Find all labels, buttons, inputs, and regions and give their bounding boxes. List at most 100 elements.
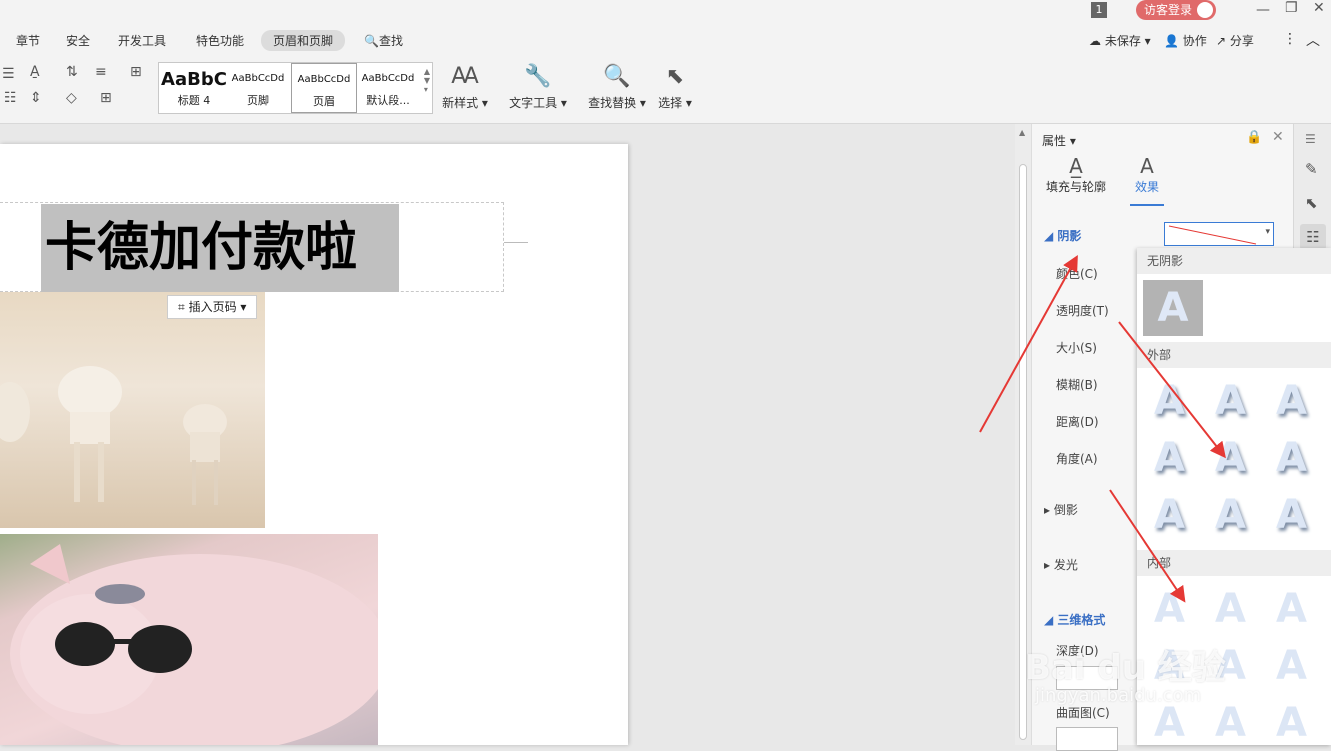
alpaca-photo[interactable] xyxy=(0,292,265,528)
panel-title[interactable]: 属性 ▾ xyxy=(1042,132,1076,149)
style-sample: AaBbCcDd xyxy=(297,74,351,85)
cloud-unsaved-button[interactable]: ☁ 未保存 ▾ xyxy=(1089,32,1151,49)
effect-text-icon: A xyxy=(1140,154,1154,178)
style-heading4[interactable]: AaBbC 标题 4 xyxy=(161,63,227,113)
size-label: 大小(S) xyxy=(1056,341,1097,355)
magnifier-icon: 🔍 xyxy=(603,64,631,89)
inner-header: 内部 xyxy=(1137,550,1331,576)
inner-shadow-option[interactable]: A xyxy=(1276,643,1307,689)
outer-shadow-option[interactable]: A xyxy=(1276,378,1307,424)
select-label: 选择 xyxy=(658,96,683,110)
section-3d-label: 三维格式 xyxy=(1057,613,1106,627)
inner-shadow-option[interactable]: A xyxy=(1276,700,1307,746)
unsaved-label: 未保存 xyxy=(1104,34,1141,48)
window-count-badge: 1 xyxy=(1091,2,1107,18)
no-shadow-option[interactable]: A xyxy=(1143,280,1203,336)
select-button[interactable]: ⬉ 选择 ▾ xyxy=(655,64,695,111)
gallery-scroll-icon[interactable]: ▲ ▼ ▾ xyxy=(424,67,430,94)
tab-effect-label: 效果 xyxy=(1134,180,1159,194)
tab-developer[interactable]: 开发工具 xyxy=(118,32,166,49)
close-icon[interactable]: ✕ xyxy=(1313,0,1325,16)
wrench-icon: 🔧 xyxy=(524,64,552,89)
section-reflection[interactable]: ▸ 倒影 xyxy=(1044,501,1078,518)
lock-icon[interactable]: 🔒 xyxy=(1246,130,1262,145)
menu-icon[interactable]: ☰ xyxy=(1305,132,1316,146)
shading-icon[interactable]: ◇ xyxy=(66,90,77,106)
line-spacing-icon[interactable]: ≡ xyxy=(95,64,107,80)
document-page[interactable]: 卡德加付款啦 ⌗ 插入页码 ▾ xyxy=(0,144,628,745)
inner-shadow-option[interactable]: A xyxy=(1215,586,1246,632)
share-label: 分享 xyxy=(1229,34,1254,48)
inner-shadow-option[interactable]: A xyxy=(1154,586,1185,632)
outer-shadow-option[interactable]: A xyxy=(1276,435,1307,481)
section-reflection-label: 倒影 xyxy=(1053,503,1078,517)
ribbon-toolbar: ☰ A̱ ⇅ ≡ ⊞ ☷ ⇕ ◇ ⊞ AaBbC 标题 4 AaBbCcDd 页… xyxy=(0,60,1331,124)
pen-icon[interactable]: ✎ xyxy=(1305,160,1318,178)
inner-shadow-option[interactable]: A xyxy=(1276,586,1307,632)
style-header[interactable]: AaBbCcDd 页眉 xyxy=(291,63,357,113)
restore-icon[interactable]: ❐ xyxy=(1285,0,1298,16)
style-label: 默认段... xyxy=(366,94,410,107)
new-style-button[interactable]: Ꜳ 新样式 ▾ xyxy=(440,64,490,111)
style-gallery: AaBbC 标题 4 AaBbCcDd 页脚 AaBbCcDd 页眉 AaBbC… xyxy=(158,62,433,114)
tab-security[interactable]: 安全 xyxy=(66,32,90,49)
style-label: 页眉 xyxy=(313,95,335,108)
section-glow-label: 发光 xyxy=(1053,558,1078,572)
collab-button[interactable]: 👤 协作 xyxy=(1164,32,1207,49)
scroll-up-icon[interactable]: ▲ xyxy=(1019,128,1025,137)
settings-sliders-icon[interactable]: ☷ xyxy=(1300,224,1326,250)
ribbon-tabs: 章节 安全 开发工具 特色功能 页眉和页脚 🔍查找 ☁ 未保存 ▾ 👤 协作 ↗… xyxy=(0,22,1331,60)
share-button[interactable]: ↗ 分享 xyxy=(1216,32,1254,49)
inner-shadow-option[interactable]: A xyxy=(1154,700,1185,746)
collapse-ribbon-icon[interactable]: ︿ xyxy=(1306,30,1320,50)
new-style-label: 新样式 xyxy=(442,96,479,110)
outer-shadow-option[interactable]: A xyxy=(1215,492,1246,538)
paragraph-spacing-icon[interactable]: ⇕ xyxy=(30,90,42,106)
style-label: 标题 4 xyxy=(177,94,211,107)
shadow-preset-select[interactable]: ▾ xyxy=(1164,222,1274,246)
login-label: 访客登录 xyxy=(1144,3,1193,17)
section-shadow[interactable]: ◢ 阴影 xyxy=(1044,227,1081,244)
section-3d[interactable]: ◢ 三维格式 xyxy=(1044,611,1105,628)
style-default[interactable]: AaBbCcDd 默认段... xyxy=(355,63,421,113)
tab-effect[interactable]: A 效果 xyxy=(1130,154,1164,206)
pig-photo[interactable] xyxy=(0,534,378,745)
text-format-icon[interactable]: A̱ xyxy=(30,64,40,80)
title-bar: 1 访客登录 — ❐ ✕ xyxy=(0,0,1331,22)
border-icon[interactable]: ⊞ xyxy=(100,90,112,106)
distribute-icon[interactable]: ☷ xyxy=(4,90,17,106)
style-label: 页脚 xyxy=(247,94,269,107)
tab-fill-outline[interactable]: A̲ 填充与轮廓 xyxy=(1046,154,1106,195)
contour-select[interactable] xyxy=(1056,727,1118,751)
outer-shadow-option[interactable]: A xyxy=(1154,378,1185,424)
table-icon[interactable]: ⊞ xyxy=(130,64,142,80)
pointer-icon[interactable]: ⬉ xyxy=(1305,194,1318,212)
outer-shadow-option[interactable]: A xyxy=(1154,492,1185,538)
fill-text-icon: A̲ xyxy=(1069,154,1083,178)
insert-page-number-button[interactable]: ⌗ 插入页码 ▾ xyxy=(167,295,258,319)
outer-shadow-option[interactable]: A xyxy=(1276,492,1307,538)
tab-features[interactable]: 特色功能 xyxy=(196,32,244,49)
tab-header-footer[interactable]: 页眉和页脚 xyxy=(261,30,346,51)
panel-close-icon[interactable]: ✕ xyxy=(1272,129,1284,145)
baidu-watermark: Bai du 经验 xyxy=(1025,640,1226,689)
minimize-icon[interactable]: — xyxy=(1256,2,1270,18)
text-tools-button[interactable]: 🔧 文字工具 ▾ xyxy=(508,64,568,111)
sort-icon[interactable]: ⇅ xyxy=(66,64,78,80)
document-title[interactable]: 卡德加付款啦 xyxy=(41,204,399,292)
chevron-down-icon: ▾ xyxy=(1265,227,1270,237)
indent-icon[interactable]: ☰ xyxy=(2,66,15,82)
outer-shadow-option[interactable]: A xyxy=(1154,435,1185,481)
inner-shadow-option[interactable]: A xyxy=(1215,700,1246,746)
tab-find[interactable]: 🔍查找 xyxy=(364,32,403,49)
outer-shadow-option[interactable]: A xyxy=(1215,435,1246,481)
no-shadow-letter: A xyxy=(1157,285,1189,331)
outer-shadow-option[interactable]: A xyxy=(1215,378,1246,424)
more-icon[interactable]: ⋮ xyxy=(1283,31,1297,47)
tab-chapter[interactable]: 章节 xyxy=(16,32,40,49)
find-replace-button[interactable]: 🔍 查找替换 ▾ xyxy=(587,64,647,111)
section-glow[interactable]: ▸ 发光 xyxy=(1044,556,1078,573)
style-footer[interactable]: AaBbCcDd 页脚 xyxy=(225,63,291,113)
login-button[interactable]: 访客登录 xyxy=(1136,0,1216,20)
outer-header: 外部 xyxy=(1137,342,1331,368)
